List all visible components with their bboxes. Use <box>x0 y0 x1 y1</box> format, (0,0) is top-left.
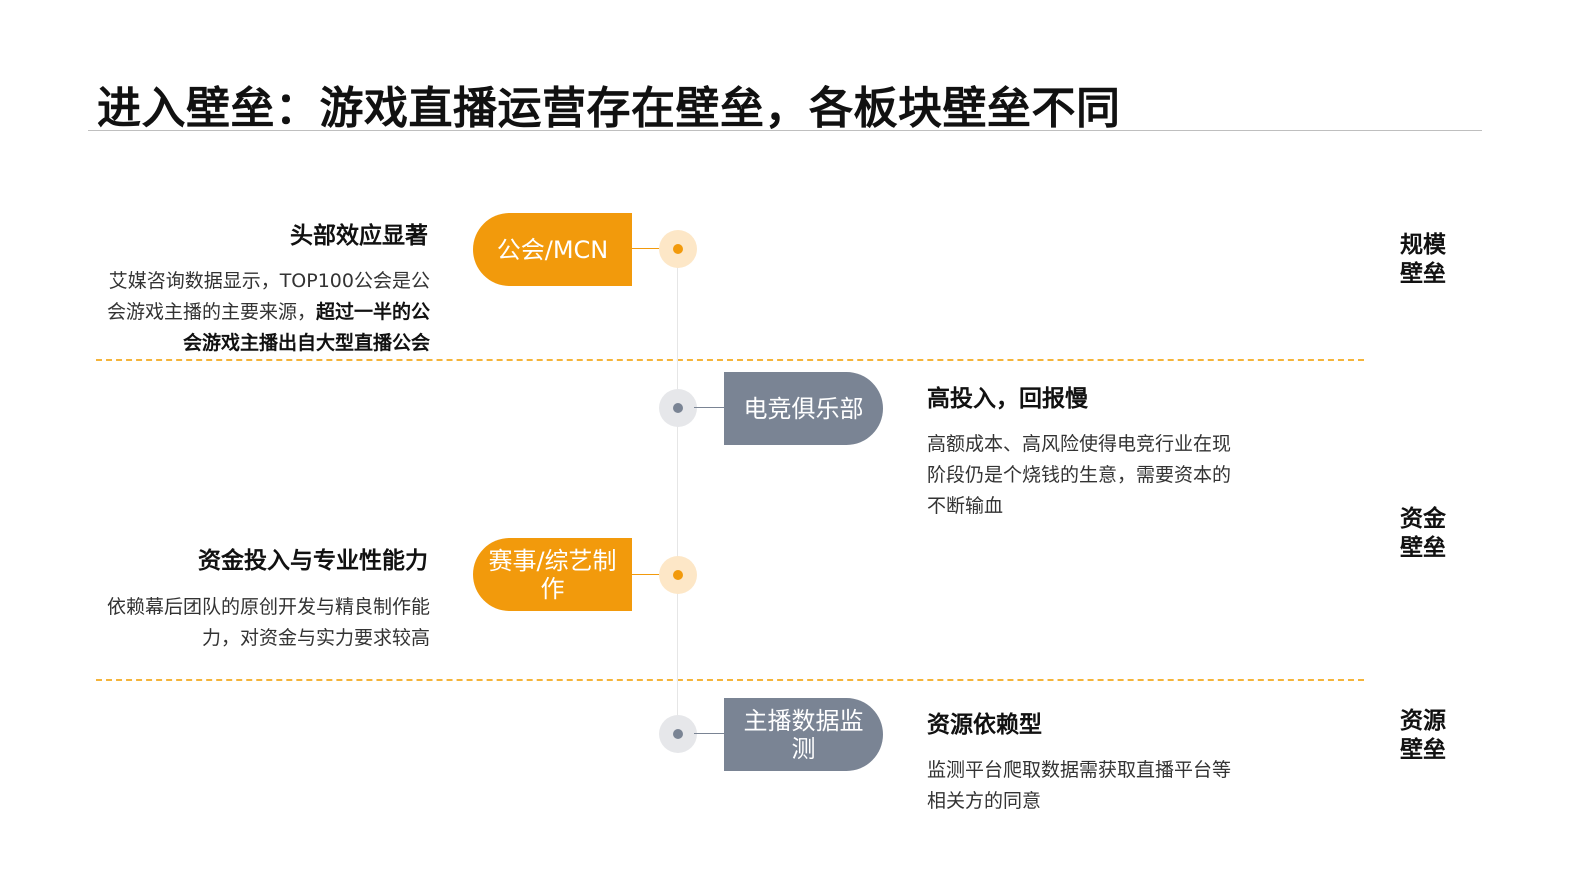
section-separator-1 <box>96 359 1364 361</box>
desc-esports-club: 高额成本、高风险使得电竞行业在现阶段仍是个烧钱的生意，需要资本的不断输血 <box>927 433 1232 517</box>
timeline-node-streamer-data-monitoring <box>659 715 697 753</box>
heading-guild-mcn: 头部效应显著 <box>290 223 428 249</box>
barrier-label-scale: 规模壁垒 <box>1400 232 1446 287</box>
timeline-node-event-variety-production <box>659 556 697 594</box>
desc-streamer-data-monitoring: 监测平台爬取数据需获取直播平台等相关方的同意 <box>927 759 1232 812</box>
page-title: 进入壁垒：游戏直播运营存在壁垒，各板块壁垒不同 <box>97 83 1121 134</box>
desc-event-variety-production: 依赖幕后团队的原创开发与精良制作能力，对资金与实力要求较高 <box>106 596 430 649</box>
heading-streamer-data-monitoring: 资源依赖型 <box>927 712 1042 738</box>
connector-guild-mcn <box>632 248 662 249</box>
heading-event-variety-production: 资金投入与专业性能力 <box>198 548 428 574</box>
timeline-axis <box>677 255 678 745</box>
heading-esports-club: 高投入，回报慢 <box>927 386 1088 412</box>
desc-guild-mcn: 艾媒咨询数据显示，TOP100公会是公会游戏主播的主要来源，超过一半的公会游戏主… <box>106 270 430 354</box>
barrier-label-capital: 资金壁垒 <box>1400 506 1446 561</box>
connector-esports-club <box>694 407 724 408</box>
tag-event-variety-production: 赛事/综艺制作 <box>473 538 632 611</box>
connector-streamer-data-monitoring <box>694 733 724 734</box>
title-divider <box>88 130 1482 131</box>
tag-streamer-data-monitoring: 主播数据监测 <box>724 698 883 771</box>
barrier-label-resource: 资源壁垒 <box>1400 708 1446 763</box>
tag-esports-club: 电竞俱乐部 <box>724 372 883 445</box>
connector-event-variety-production <box>632 574 662 575</box>
tag-guild-mcn: 公会/MCN <box>473 213 632 286</box>
timeline-node-esports-club <box>659 389 697 427</box>
timeline-node-guild-mcn <box>659 230 697 268</box>
section-separator-2 <box>96 679 1364 681</box>
